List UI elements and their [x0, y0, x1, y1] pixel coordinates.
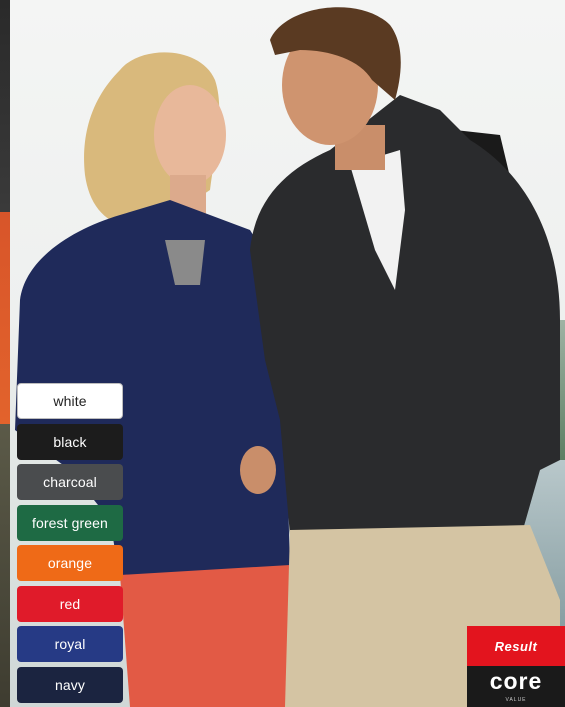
color-swatch-royal: royal: [17, 626, 123, 662]
color-swatch-white: white: [17, 383, 123, 419]
brand-logo: Result core VALUE: [467, 626, 565, 707]
logo-core-text: core: [489, 668, 543, 694]
color-swatch-navy: navy: [17, 666, 123, 703]
color-swatch-black: black: [17, 423, 123, 460]
logo-result-text: Result: [494, 638, 538, 654]
logo-result: Result: [467, 626, 565, 666]
color-swatch-red: red: [17, 585, 123, 622]
logo-value-text: VALUE: [505, 697, 527, 703]
color-swatch-list: white black charcoal forest green orange red r…: [17, 383, 125, 707]
woman-shorts: [120, 565, 300, 707]
color-swatch-orange: orange: [17, 545, 123, 581]
logo-core: core VALUE: [467, 666, 565, 707]
man-jacket: [250, 95, 560, 540]
color-swatch-forest-green: forest green: [17, 504, 123, 541]
woman-face: [154, 85, 226, 185]
product-photo: white black charcoal forest green orange red r…: [0, 0, 565, 707]
color-swatch-charcoal: charcoal: [17, 464, 123, 500]
